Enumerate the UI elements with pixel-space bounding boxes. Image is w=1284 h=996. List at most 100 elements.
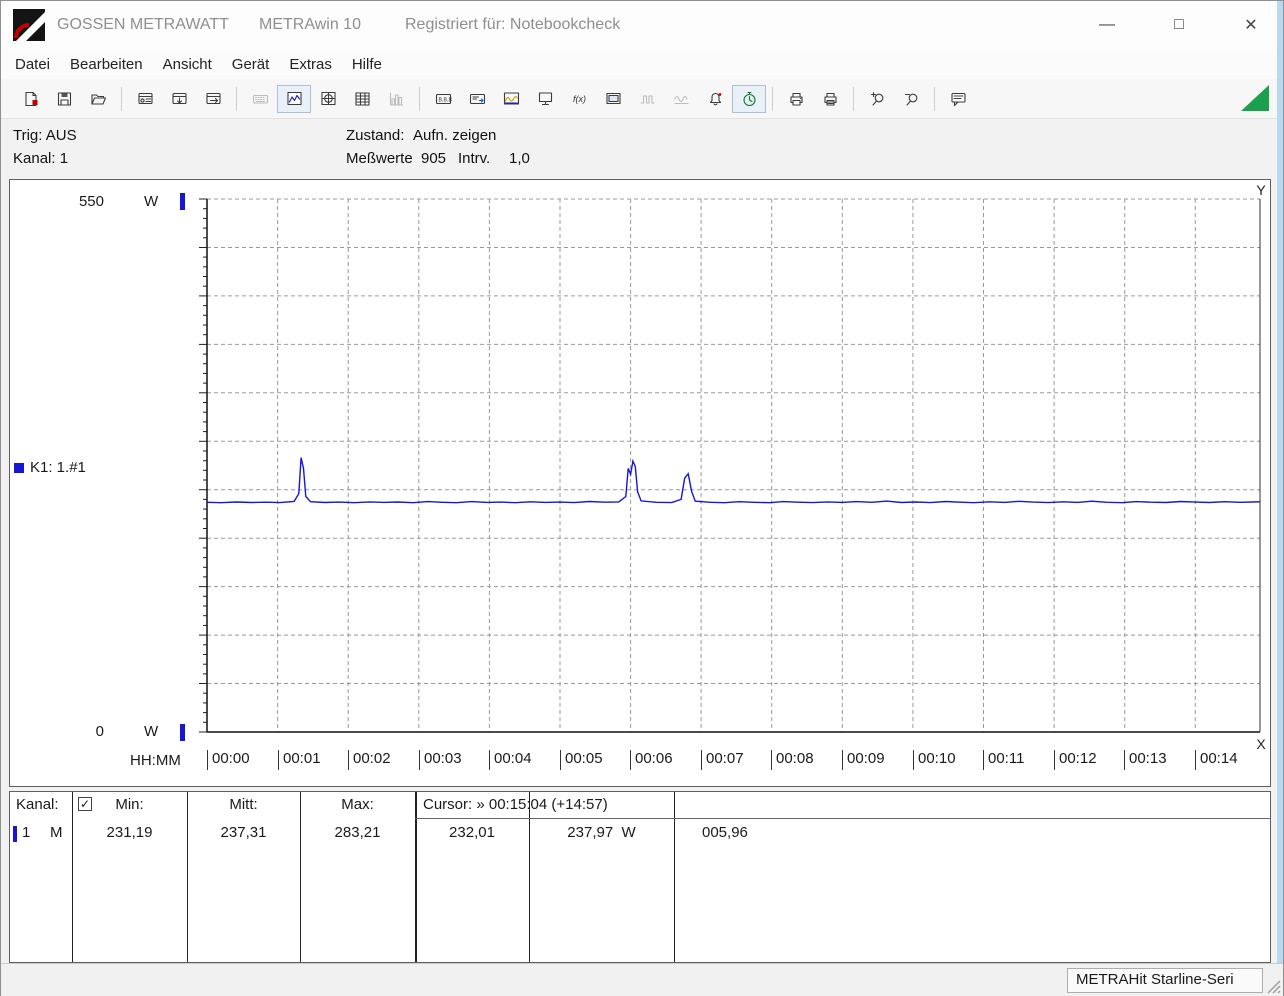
toolbar-separator <box>934 86 935 111</box>
x-tick: 00:10 <box>913 750 956 770</box>
histogram-view-button[interactable] <box>379 85 413 113</box>
channel-scale-marker-top <box>180 193 185 210</box>
app-logo-icon <box>13 9 45 41</box>
cursor-handle-top[interactable]: Y <box>1253 182 1269 198</box>
file-save-button[interactable] <box>47 85 81 113</box>
menu-geraet[interactable]: Gerät <box>222 52 280 77</box>
note-button[interactable] <box>941 85 975 113</box>
min-header: Min: <box>115 796 144 813</box>
cursor-val2-unit: W <box>621 824 636 841</box>
menu-extras[interactable]: Extras <box>279 52 342 77</box>
display-config-button[interactable] <box>460 85 494 113</box>
x-axis-title: HH:MM <box>130 752 181 769</box>
formula-button[interactable]: f(x) <box>562 85 596 113</box>
x-tick: 00:13 <box>1124 750 1167 770</box>
scope-display-button[interactable] <box>494 85 528 113</box>
x-tick: 00:12 <box>1054 750 1097 770</box>
cursor-val2-number: 237,97 <box>567 824 614 841</box>
channel-scale-marker-bottom <box>180 724 185 741</box>
toolbar-separator <box>236 86 237 111</box>
metrawin-window: { "window": { "title_brand": "GOSSEN MET… <box>0 0 1284 996</box>
title-registered: Registriert für: Notebookcheck <box>405 16 621 33</box>
x-tick: 00:04 <box>489 750 532 770</box>
multimeter-send-button[interactable] <box>196 85 230 113</box>
signal-steps-button[interactable] <box>630 85 664 113</box>
multimeter-read-button[interactable] <box>162 85 196 113</box>
zustand-value: Aufn. zeigen <box>413 127 497 144</box>
y-max-label: 550 <box>78 193 104 210</box>
kanal-header: Kanal: <box>16 796 59 813</box>
x-tick: 00:07 <box>701 750 744 770</box>
table-divider <box>72 792 73 962</box>
multimeter-window-button[interactable] <box>128 85 162 113</box>
x-tick: 00:14 <box>1195 750 1238 770</box>
row-channel: 1 <box>22 824 31 841</box>
device-status: METRAHit Starline-Seri <box>1067 968 1263 993</box>
row-min: 231,19 <box>106 824 153 841</box>
x-tick: 00:06 <box>630 750 673 770</box>
statusbar: METRAHit Starline-Seri <box>1 963 1283 996</box>
x-tick: 00:11 <box>983 750 1024 770</box>
zoom-out-button[interactable] <box>894 85 928 113</box>
signal-wave-button[interactable] <box>664 85 698 113</box>
menu-hilfe[interactable]: Hilfe <box>342 52 392 77</box>
channel-color-swatch <box>14 462 24 473</box>
max-header: Max: <box>341 796 374 813</box>
toolbar-corner-indicator-icon <box>1241 85 1269 111</box>
crosshair-view-button[interactable] <box>311 85 345 113</box>
row-mitt: 237,31 <box>220 824 267 841</box>
intrv-label: Intrv. <box>458 150 491 167</box>
x-tick: 00:02 <box>348 750 391 770</box>
x-tick: 00:09 <box>842 750 885 770</box>
menu-bearbeiten[interactable]: Bearbeiten <box>60 52 153 77</box>
y-max-unit: W <box>144 193 159 210</box>
cursor-handle-bottom[interactable]: X <box>1253 736 1269 752</box>
window-right-edge <box>1277 1 1283 963</box>
window-controls: — □ ✕ <box>1099 1 1259 49</box>
intrv-value: 1,0 <box>509 150 530 167</box>
toolbar-separator <box>121 86 122 111</box>
resize-grip[interactable] <box>1266 979 1281 994</box>
keyboard-button[interactable] <box>243 85 277 113</box>
title-brand: GOSSEN METRAWATT <box>57 16 229 33</box>
row-max: 283,21 <box>334 824 381 841</box>
toolbar: 8.8.8 f(x) <box>1 79 1283 119</box>
menu-datei[interactable]: Datei <box>5 52 60 77</box>
table-divider <box>300 792 301 962</box>
monitor-button[interactable] <box>528 85 562 113</box>
y-min-label: 0 <box>95 723 104 740</box>
print-button[interactable] <box>779 85 813 113</box>
toolbar-separator <box>772 86 773 111</box>
folder-open-button[interactable] <box>81 85 115 113</box>
messwerte-value: 905 <box>421 150 447 167</box>
row-mode: M <box>50 824 63 841</box>
menu-ansicht[interactable]: Ansicht <box>153 52 222 77</box>
minimize-button[interactable]: — <box>1099 16 1115 34</box>
channel-legend-label: K1: 1.#1 <box>30 459 86 476</box>
file-new-button[interactable] <box>13 85 47 113</box>
menubar: Datei Bearbeiten Ansicht Gerät Extras Hi… <box>1 49 1283 79</box>
chart-panel: 550 W K1: 1.#1 0 W HH:MM 00:00 00:01 00:… <box>9 179 1271 787</box>
row-cursor-val2: 237,97 W <box>529 824 674 841</box>
x-tick: 00:03 <box>419 750 462 770</box>
power-chart[interactable] <box>10 180 1270 786</box>
x-tick: 00:08 <box>771 750 814 770</box>
mitt-header: Mitt: <box>229 796 258 813</box>
table-view-button[interactable] <box>345 85 379 113</box>
zustand-label: Zustand: <box>346 127 405 144</box>
value-table: Kanal: ✓ Min: Mitt: Max: Cursor: » 00:15… <box>9 791 1271 963</box>
maximize-button[interactable]: □ <box>1171 16 1187 34</box>
y-min-unit: W <box>144 723 159 740</box>
line-chart-view-button[interactable] <box>277 84 311 113</box>
messwerte-label: Meßwerte <box>346 150 413 167</box>
zoom-in-button[interactable] <box>860 85 894 113</box>
close-button[interactable]: ✕ <box>1243 15 1259 35</box>
cursor-header-underline <box>415 818 1271 819</box>
title-app: METRAwin 10 <box>259 16 361 33</box>
alarm-button[interactable] <box>698 85 732 113</box>
display-values-button[interactable]: 8.8.8 <box>426 85 460 113</box>
x-tick: 00:01 <box>278 750 321 770</box>
print-form-button[interactable] <box>813 85 847 113</box>
display-screen-button[interactable] <box>596 85 630 113</box>
timer-button[interactable] <box>732 84 766 113</box>
